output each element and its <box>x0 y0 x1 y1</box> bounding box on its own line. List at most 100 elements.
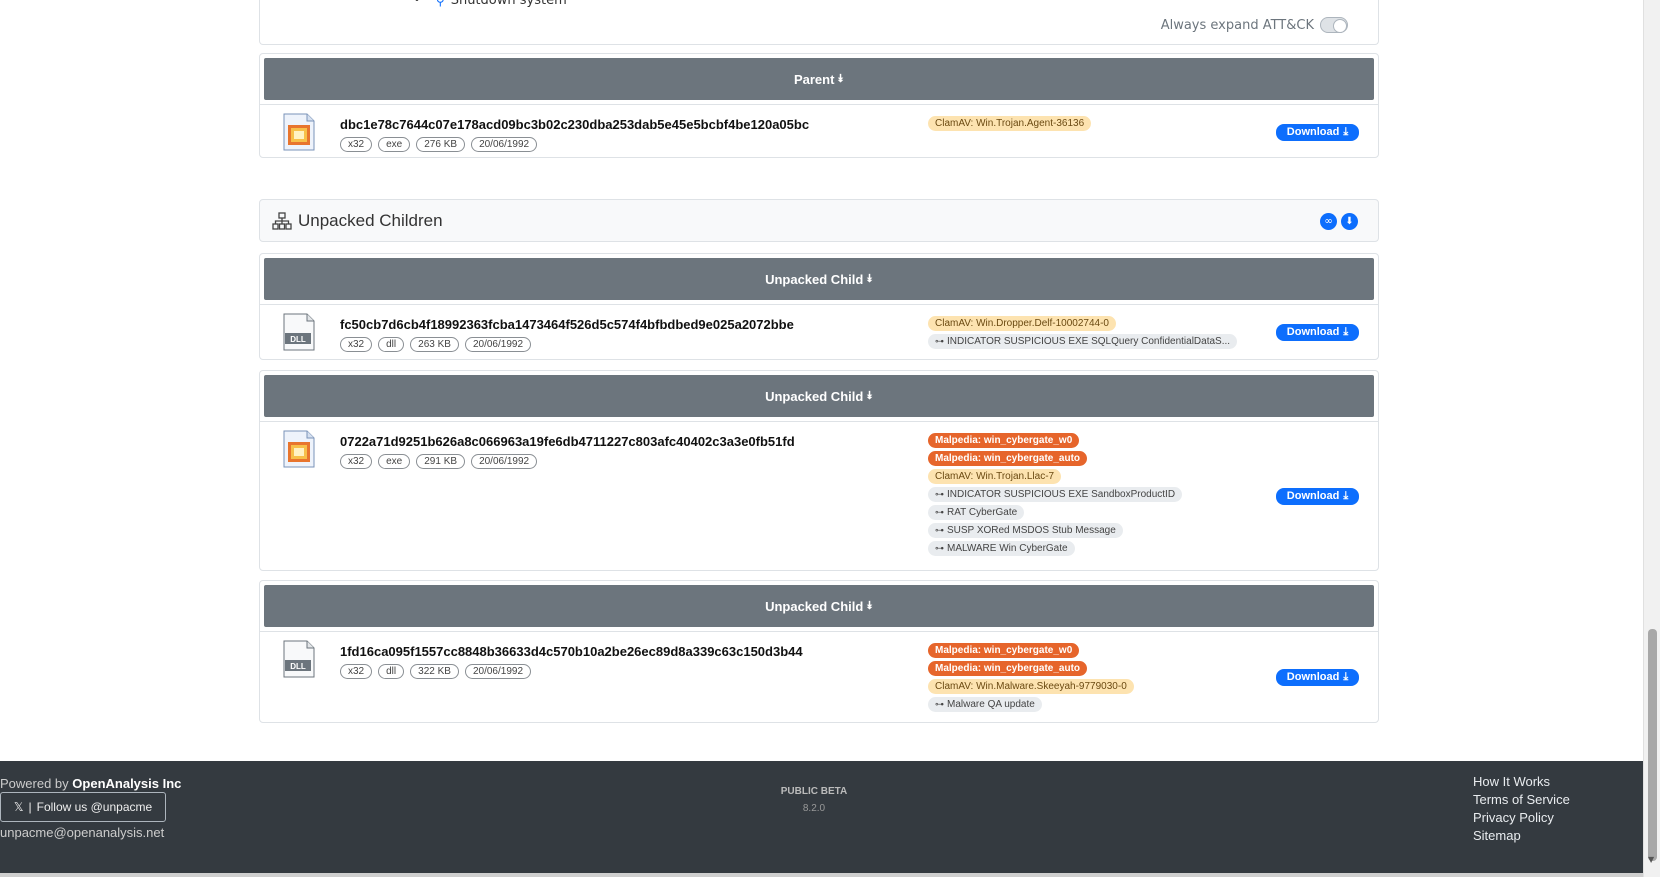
tag-pill: x32 <box>340 454 373 469</box>
footer-link-sitemap[interactable]: Sitemap <box>1473 828 1570 843</box>
svg-text:DLL: DLL <box>290 335 306 344</box>
dll-file-icon: DLL <box>283 313 315 351</box>
email-link[interactable]: unpacme@openanalysis.net <box>0 825 164 840</box>
tag-pill: 291 KB <box>416 454 466 469</box>
footer-link-terms[interactable]: Terms of Service <box>1473 792 1570 807</box>
scrollbar-thumb[interactable] <box>1648 629 1657 861</box>
horizontal-scrollbar[interactable] <box>0 873 1643 877</box>
tag-pill: x32 <box>340 137 373 152</box>
bullet-icon: • <box>414 0 420 6</box>
badge-text: ClamAV: Win.Trojan.Agent-36136 <box>935 118 1085 129</box>
chevron-double-down-icon: ⯯ <box>866 599 873 612</box>
sitemap-icon <box>272 211 292 230</box>
unpacked-child-header[interactable]: Unpacked Child ⯯ <box>264 585 1374 627</box>
tag-list: x32 exe 276 KB 20/06/1992 <box>340 137 538 152</box>
tag-pill: exe <box>378 137 411 152</box>
malpedia-badge[interactable]: Malpedia: win_cybergate_auto <box>928 451 1088 466</box>
company-link[interactable]: OpenAnalysis Inc <box>72 776 181 791</box>
unpacked-child-header[interactable]: Unpacked Child ⯯ <box>264 258 1374 300</box>
yara-badge[interactable]: ⊶ RAT CyberGate <box>928 505 1025 520</box>
unpacked-child-header[interactable]: Unpacked Child ⯯ <box>264 375 1374 417</box>
scroll-down-arrow-icon[interactable]: ▼ <box>1648 855 1654 864</box>
exe-file-icon <box>283 430 315 468</box>
sample-hash[interactable]: 1fd16ca095f1557cc8848b36633d4c570b10a2be… <box>340 644 803 659</box>
malpedia-badge[interactable]: Malpedia: win_cybergate_w0 <box>928 643 1080 658</box>
child-header-label: Unpacked Child <box>765 271 864 287</box>
clamav-badge[interactable]: ClamAV: Win.Malware.Skeeyah-9779030-0 <box>928 679 1134 694</box>
tag-pill: exe <box>378 454 411 469</box>
yara-badge[interactable]: ⊶ INDICATOR SUSPICIOUS EXE SQLQuery Confi… <box>928 334 1238 349</box>
follow-label: Follow us @unpacme <box>36 800 153 814</box>
footer-links: How It Works Terms of Service Privacy Po… <box>1473 774 1570 843</box>
badge-text: Malpedia: win_cybergate_auto <box>935 663 1081 674</box>
download-button[interactable]: Download ⤓ <box>1276 668 1359 686</box>
download-button[interactable]: Download ⤓ <box>1276 323 1359 341</box>
download-all-button[interactable]: ⬇ <box>1341 213 1358 230</box>
tag-pill: 276 KB <box>416 137 466 152</box>
yara-rule-icon: ⊶ <box>935 336 944 346</box>
tag-pill: x32 <box>340 664 373 679</box>
tag-pill: 20/06/1992 <box>464 664 532 679</box>
parent-header[interactable]: Parent ⯯ <box>264 58 1374 100</box>
detection-badges: ClamAV: Win.Dropper.Delf-10002744-0 ⊶ INDI… <box>928 316 1238 349</box>
follow-button[interactable]: 𝕏 | Follow us @unpacme <box>0 792 166 822</box>
expand-attack-toggle[interactable] <box>1320 17 1348 33</box>
badge-text: Malpedia: win_cybergate_auto <box>935 453 1081 464</box>
tag-pill: 20/06/1992 <box>464 337 532 352</box>
detection-badges: Malpedia: win_cybergate_w0 Malpedia: win_… <box>928 433 1183 556</box>
badge-text: Malpedia: win_cybergate_w0 <box>935 645 1073 656</box>
badge-text: Malware QA update <box>947 699 1035 710</box>
yara-badge[interactable]: ⊶ Malware QA update <box>928 697 1042 712</box>
clamav-badge[interactable]: ClamAV: Win.Trojan.Agent-36136 <box>928 116 1092 131</box>
tag-list: x32 dll 263 KB 20/06/1992 <box>340 337 532 352</box>
tag-pill: 263 KB <box>410 337 459 352</box>
unpacked-children-header: Unpacked Children ∞ ⬇ <box>259 199 1379 242</box>
sample-hash[interactable]: dbc1e78c7644c07e178acd09bc3b02c230dba253… <box>340 117 809 132</box>
sample-body: dbc1e78c7644c07e178acd09bc3b02c230dba253… <box>260 104 1378 159</box>
sample-hash[interactable]: fc50cb7d6cb4f18992363fcba1473464f526d5c5… <box>340 317 794 332</box>
powered-by: Powered by OpenAnalysis Inc <box>0 776 181 791</box>
yara-rule-icon: ⊶ <box>935 543 944 553</box>
sample-body: DLL 1fd16ca095f1557cc8848b36633d4c570b10a… <box>260 631 1378 722</box>
yara-badge[interactable]: ⊶ MALWARE Win CyberGate <box>928 541 1075 556</box>
detection-badges: ClamAV: Win.Trojan.Agent-36136 <box>928 116 1092 131</box>
download-label: Download <box>1286 490 1340 502</box>
separator: | <box>28 800 32 814</box>
version-label: 8.2.0 <box>802 803 826 814</box>
download-button[interactable]: Download ⤓ <box>1276 487 1359 505</box>
yara-badge[interactable]: ⊶ SUSP XORed MSDOS Stub Message <box>928 523 1123 538</box>
download-button[interactable]: Download ⤓ <box>1276 123 1359 141</box>
yara-rule-icon: ⊶ <box>935 507 944 517</box>
badge-text: RAT CyberGate <box>947 507 1018 518</box>
beta-label: PUBLIC BETA <box>780 786 848 797</box>
download-icon: ⤓ <box>1343 325 1349 338</box>
attack-item-partial: • ⚲ Shutdown system <box>414 0 567 8</box>
badge-text: ClamAV: Win.Malware.Skeeyah-9779030-0 <box>935 681 1127 692</box>
clamav-badge[interactable]: ClamAV: Win.Dropper.Delf-10002744-0 <box>928 316 1116 331</box>
yara-badge[interactable]: ⊶ INDICATOR SUSPICIOUS EXE SandboxProduct… <box>928 487 1183 502</box>
page: • ⚲ Shutdown system Always expand ATT&CK… <box>0 0 1643 877</box>
footer-link-how-it-works[interactable]: How It Works <box>1473 774 1570 789</box>
malpedia-badge[interactable]: Malpedia: win_cybergate_w0 <box>928 433 1080 448</box>
tag-pill: dll <box>378 337 405 352</box>
footer-link-privacy[interactable]: Privacy Policy <box>1473 810 1570 825</box>
tag-pill: dll <box>378 664 405 679</box>
unpacked-child-card: Unpacked Child ⯯ 0722a71d9251b626a8c066963… <box>259 370 1379 571</box>
detection-badges: Malpedia: win_cybergate_w0 Malpedia: win_… <box>928 643 1134 712</box>
search-icon[interactable]: ⚲ <box>436 0 445 8</box>
parent-header-label: Parent <box>793 71 835 87</box>
yara-rule-icon: ⊶ <box>935 699 944 709</box>
download-label: Download <box>1286 671 1340 683</box>
malpedia-badge[interactable]: Malpedia: win_cybergate_auto <box>928 661 1088 676</box>
exe-file-icon <box>283 113 315 151</box>
dll-file-icon: DLL <box>283 640 315 678</box>
sample-hash[interactable]: 0722a71d9251b626a8c066963a19fe6db4711227… <box>340 434 795 449</box>
chevron-double-down-icon: ⯯ <box>837 72 845 85</box>
clamav-badge[interactable]: ClamAV: Win.Trojan.Llac-7 <box>928 469 1062 484</box>
tag-list: x32 dll 322 KB 20/06/1992 <box>340 664 532 679</box>
vertical-scrollbar[interactable]: ▼ <box>1643 0 1660 877</box>
copy-link-button[interactable]: ∞ <box>1320 213 1337 230</box>
sample-body: 0722a71d9251b626a8c066963a19fe6db4711227… <box>260 421 1378 570</box>
parent-card: Parent ⯯ dbc1e78c7644c07e178acd09bc3b02c… <box>259 53 1379 158</box>
yara-rule-icon: ⊶ <box>935 489 944 499</box>
